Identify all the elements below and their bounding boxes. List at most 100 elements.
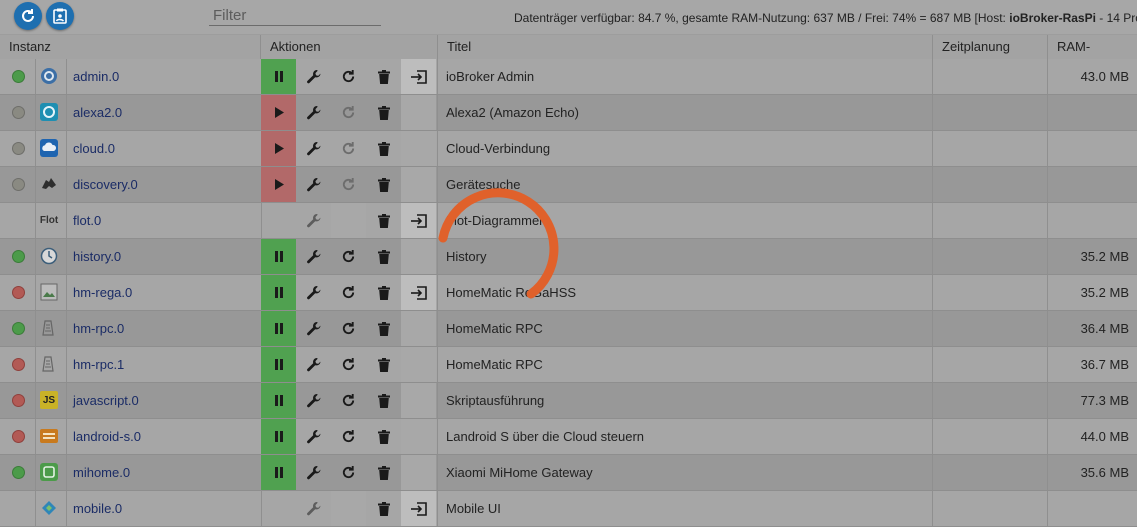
trash-icon [377,213,390,228]
pause-icon [274,287,283,298]
trash-icon [377,429,390,444]
delete-button[interactable] [366,347,401,382]
status-indicator [12,358,25,371]
delete-button[interactable] [366,239,401,274]
open-web-button[interactable] [401,275,436,310]
flot-icon: Flot [39,214,59,226]
alexa-icon [40,103,58,121]
col-actions[interactable]: Aktionen [261,35,438,59]
settings-button[interactable] [296,419,331,454]
open-web-button[interactable] [401,491,436,526]
status-indicator [12,142,25,155]
pause-button[interactable] [261,59,296,94]
delete-button[interactable] [366,383,401,418]
open-web-button[interactable] [401,203,436,238]
table-row: mobile.0 Mobile UI [0,491,1137,527]
admin-icon [40,67,58,85]
settings-button[interactable] [296,131,331,166]
pause-button[interactable] [261,455,296,490]
restart-button[interactable] [331,311,366,346]
history-icon [40,247,58,265]
trash-icon [377,69,390,84]
restart-button[interactable] [331,419,366,454]
refresh-button[interactable] [14,2,42,30]
status-indicator [12,286,25,299]
settings-button[interactable] [296,95,331,130]
wrench-icon [306,69,320,83]
trash-icon [377,357,390,372]
delete-button[interactable] [366,419,401,454]
start-button[interactable] [261,95,296,130]
settings-button[interactable] [296,383,331,418]
instance-title: History [446,249,487,264]
logs-button[interactable] [46,2,74,30]
delete-button[interactable] [366,95,401,130]
settings-button[interactable] [296,59,331,94]
instance-name: cloud.0 [73,141,115,156]
instance-name: javascript.0 [73,393,139,408]
settings-button[interactable] [296,275,331,310]
status-prefix: Datenträger verfügbar: 84.7 %, gesamte R… [514,11,1010,25]
restart-button[interactable] [331,131,366,166]
settings-button[interactable] [296,311,331,346]
settings-button[interactable] [296,347,331,382]
restart-icon [342,141,355,155]
restart-button[interactable] [331,239,366,274]
restart-button[interactable] [331,347,366,382]
delete-button[interactable] [366,491,401,526]
col-title[interactable]: Titel [438,35,933,59]
open-web-slot [401,95,436,130]
instance-name: alexa2.0 [73,105,123,120]
delete-button[interactable] [366,131,401,166]
settings-button[interactable] [296,167,331,202]
play-icon [274,143,284,154]
settings-button[interactable] [296,203,331,238]
settings-button[interactable] [296,455,331,490]
table-row: landroid-s.0 Landroid S über die Cloud st… [0,419,1137,455]
col-ram[interactable]: RAM-Nutzung [1048,35,1137,78]
restart-button[interactable] [331,275,366,310]
instance-name: mobile.0 [73,501,123,516]
pause-button[interactable] [261,419,296,454]
status-host: ioBroker-RasPi [1009,11,1096,25]
col-schedule[interactable]: Zeitplanung [933,35,1048,59]
javascript-icon: JS [40,391,58,409]
settings-button[interactable] [296,491,331,526]
toolbar: Datenträger verfügbar: 84.7 %, gesamte R… [0,0,1137,34]
start-button[interactable] [261,167,296,202]
col-instance[interactable]: Instanz [0,35,261,59]
instance-name: landroid-s.0 [73,429,141,444]
instance-name: hm-rega.0 [73,285,133,300]
restart-button[interactable] [331,95,366,130]
restart-button[interactable] [331,59,366,94]
restart-slot [331,203,366,238]
delete-button[interactable] [366,167,401,202]
delete-button[interactable] [366,455,401,490]
restart-button[interactable] [331,383,366,418]
wrench-icon [306,285,320,299]
open-link-icon [410,213,427,228]
restart-button[interactable] [331,167,366,202]
open-web-button[interactable] [401,59,436,94]
refresh-icon [22,9,34,22]
trash-icon [377,285,390,300]
pause-button[interactable] [261,275,296,310]
delete-button[interactable] [366,59,401,94]
open-web-slot [401,419,436,454]
status-indicator [12,70,25,83]
delete-button[interactable] [366,203,401,238]
cloud-icon [40,139,58,157]
pause-button[interactable] [261,347,296,382]
delete-button[interactable] [366,275,401,310]
pause-button[interactable] [261,239,296,274]
restart-button[interactable] [331,455,366,490]
delete-button[interactable] [366,311,401,346]
pause-icon [274,71,283,82]
start-button[interactable] [261,131,296,166]
table-row: admin.0 ioBroker Admin 43.0 MB [0,59,1137,95]
pause-button[interactable] [261,311,296,346]
settings-button[interactable] [296,239,331,274]
pause-button[interactable] [261,383,296,418]
filter-input[interactable] [209,5,381,26]
table-row: hm-rpc.0 HomeMatic RPC 36.4 MB [0,311,1137,347]
